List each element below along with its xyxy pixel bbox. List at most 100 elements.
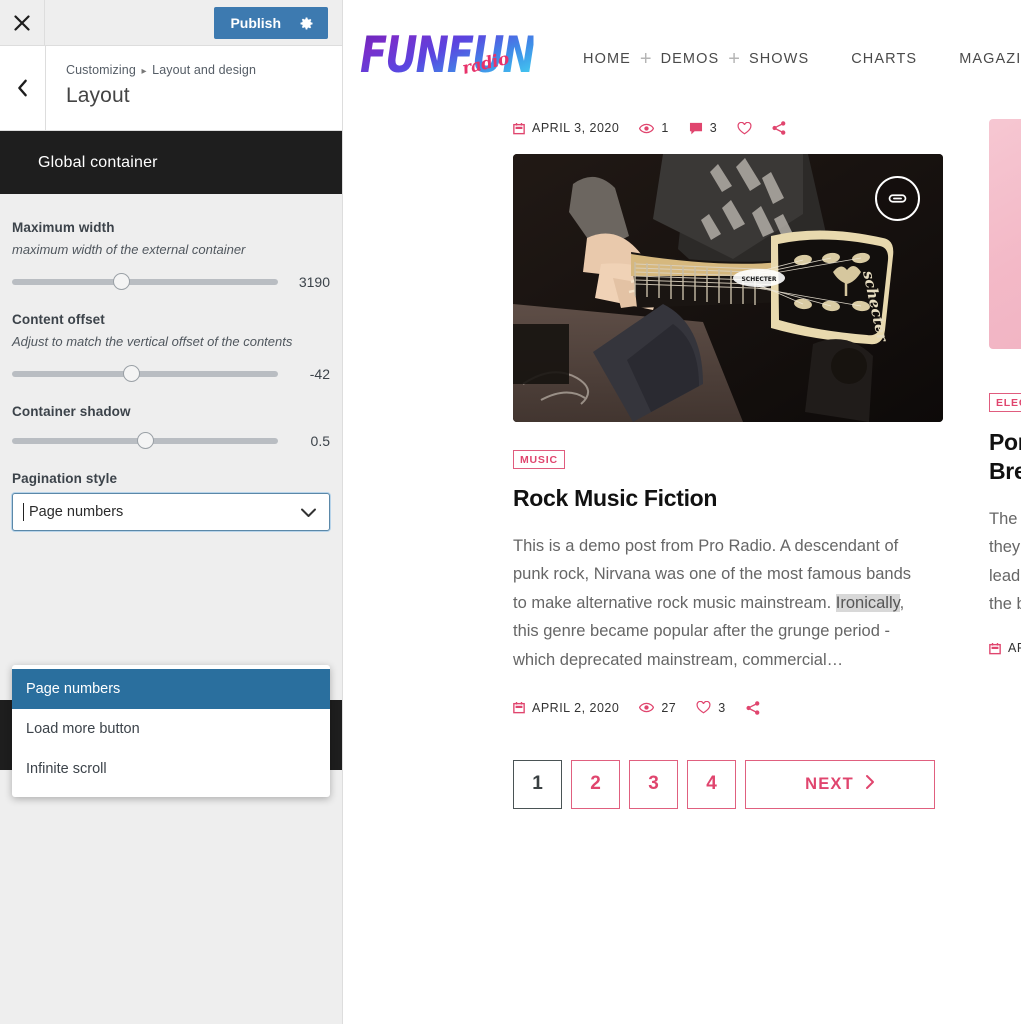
nav-item-magazine[interactable]: MAGAZINE: [938, 51, 1021, 67]
heart-icon-glyph: [737, 121, 752, 134]
maximum-width-slider[interactable]: [12, 273, 278, 291]
global-container-header: Global container: [0, 131, 342, 194]
slider-thumb[interactable]: [112, 273, 130, 291]
option-infinite-scroll[interactable]: Infinite scroll: [12, 749, 330, 789]
page-button-4[interactable]: 4: [687, 759, 736, 809]
nav-item-demos[interactable]: DEMOS: [640, 51, 741, 67]
side-post-title[interactable]: Portugal. The Man Breaking News: [989, 428, 1021, 487]
nav-item-shows[interactable]: SHOWS: [728, 51, 830, 67]
breadcrumb-separator: ▸: [141, 66, 147, 77]
heart-icon-glyph: [696, 701, 711, 714]
option-page-numbers[interactable]: Page numbers: [12, 669, 330, 709]
page-title: Layout: [66, 84, 130, 107]
option-label: Infinite scroll: [26, 761, 107, 777]
container-shadow-slider[interactable]: [12, 432, 278, 450]
calendar-icon-glyph: [513, 122, 525, 134]
option-label: Page numbers: [26, 681, 121, 697]
side-post-excerpt: The group announced on Facebook they wer…: [989, 509, 1021, 613]
share-icon-glyph: [746, 701, 760, 715]
content-offset-value: -42: [309, 365, 330, 382]
breadcrumb: Customizing ▸ Layout and design: [66, 63, 256, 77]
heart-icon[interactable]: [737, 121, 752, 135]
excerpt-selected-text: Ironically: [835, 593, 900, 612]
site-preview: FUNFUN radio HOME + DEMOS + SHOWS CHARTS…: [343, 0, 1021, 1024]
post-title[interactable]: Rock Music Fiction: [513, 485, 976, 512]
pagination-style-select[interactable]: Page numbers: [12, 492, 330, 531]
control-pagination-style: Pagination style Page numbers: [12, 471, 330, 531]
breadcrumb-root[interactable]: Customizing: [66, 63, 136, 77]
publish-group: Publish: [214, 7, 328, 39]
comment-icon: [689, 122, 703, 135]
customizer-topbar: Publish: [0, 0, 342, 46]
views-count: 1: [661, 121, 669, 135]
control-label: Maximum width: [12, 220, 115, 235]
chevron-down-icon: [300, 506, 317, 524]
customizer-sidebar: Publish Customizing ▸ Layout and design …: [0, 0, 343, 1024]
main-navigation: HOME + DEMOS + SHOWS CHARTS MAGAZINE: [562, 49, 1021, 69]
content-columns: APRIL 3, 2020 1 3 schecter SCHECTER MUSI…: [343, 118, 1021, 809]
breadcrumb-current: Layout and design: [152, 63, 257, 77]
svg-text:SCHECTER: SCHECTER: [741, 276, 776, 283]
nav-item-charts[interactable]: CHARTS: [830, 51, 938, 67]
link-icon: [888, 194, 907, 203]
calendar-icon-glyph: [513, 702, 525, 714]
calendar-icon-glyph: [989, 642, 1001, 655]
comments-count: 3: [709, 121, 718, 135]
calendar-icon: [513, 122, 525, 135]
heart-icon[interactable]: [696, 701, 711, 714]
publish-label: Publish: [230, 15, 281, 31]
side-post-image[interactable]: [989, 119, 1021, 349]
permalink-button[interactable]: [875, 176, 920, 221]
slider-thumb[interactable]: [136, 432, 154, 450]
control-description: Adjust to match the vertical offset of t…: [12, 333, 293, 349]
pagination: 1 2 3 4 NEXT: [513, 759, 976, 809]
control-label: Container shadow: [12, 403, 131, 419]
share-icon[interactable]: [772, 121, 786, 135]
comment-icon-glyph: [689, 122, 702, 134]
control-maximum-width: Maximum width maximum width of the exter…: [12, 220, 330, 291]
category-badge[interactable]: MUSIC: [513, 450, 565, 469]
side-column: ELECTRONIC Portugal. The Man Breaking Ne…: [976, 118, 1021, 809]
container-shadow-value: 0.5: [310, 432, 330, 449]
panel-titles: Customizing ▸ Layout and design Layout: [46, 46, 256, 130]
control-container-shadow: Container shadow 0.5: [12, 403, 330, 450]
featured-image[interactable]: schecter SCHECTER: [513, 154, 943, 422]
close-icon[interactable]: [0, 0, 45, 45]
customizer-panel-header: Customizing ▸ Layout and design Layout: [0, 46, 342, 131]
control-label: Content offset: [12, 311, 105, 327]
pagination-style-label: Pagination style: [12, 470, 118, 486]
content-offset-slider[interactable]: [12, 365, 278, 383]
post-date: APRIL 3, 2020: [532, 121, 620, 135]
publish-button[interactable]: Publish: [214, 7, 328, 39]
gear-icon[interactable]: [299, 16, 314, 31]
page-button-1[interactable]: 1: [513, 759, 562, 809]
eye-icon: [639, 123, 655, 134]
eye-icon-glyph: [639, 123, 655, 133]
nav-item-home[interactable]: HOME: [562, 51, 652, 67]
gear-icon-glyph: [300, 17, 313, 29]
next-page-button[interactable]: NEXT: [745, 759, 935, 809]
post-excerpt: This is a demo post from Pro Radio. A de…: [513, 532, 913, 674]
page-button-2[interactable]: 2: [571, 759, 620, 809]
pagination-style-dropdown[interactable]: Page numbers Load more button Infinite s…: [12, 665, 330, 797]
option-load-more-button[interactable]: Load more button: [12, 709, 330, 749]
share-icon-glyph: [772, 121, 786, 135]
top-post-meta: APRIL 3, 2020 1 3: [513, 118, 976, 138]
page-button-3[interactable]: 3: [629, 759, 678, 809]
side-post-date: APRIL 1, 2020: [1008, 641, 1021, 656]
views-count: 27: [661, 700, 677, 715]
side-category-badge[interactable]: ELECTRONIC: [989, 393, 1021, 412]
eye-icon: [639, 702, 655, 713]
pagination-style-value: Page numbers: [22, 502, 123, 521]
maximum-width-value: 3190: [298, 273, 330, 290]
close-icon-glyph: [14, 14, 30, 31]
slider-row: -42: [12, 365, 330, 383]
chevron-right-icon: [865, 774, 875, 795]
back-button[interactable]: [0, 46, 46, 130]
slider-row: 0.5: [12, 432, 330, 450]
side-post-meta: APRIL 1, 2020: [989, 638, 1021, 658]
site-logo[interactable]: FUNFUN radio: [360, 26, 536, 90]
share-icon[interactable]: [746, 701, 760, 715]
likes-count: 3: [718, 700, 726, 715]
slider-thumb[interactable]: [123, 365, 141, 383]
